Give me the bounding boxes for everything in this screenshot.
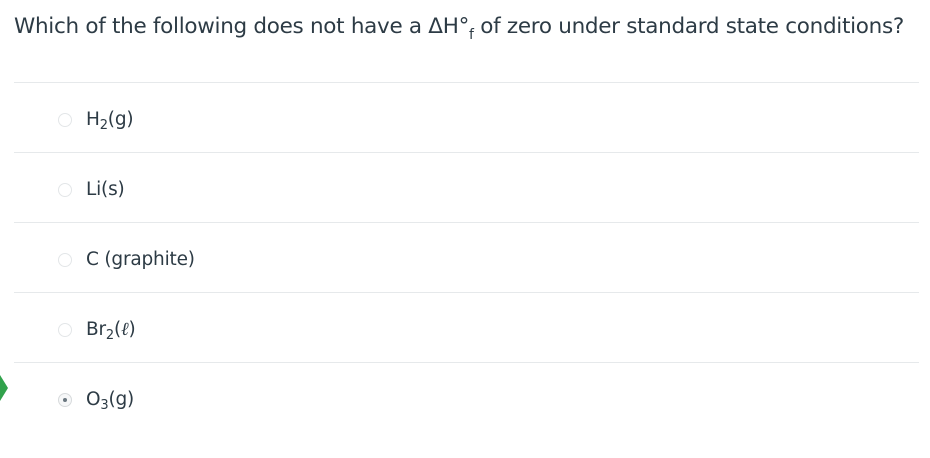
radio-button-icon[interactable] — [58, 253, 72, 267]
answer-label-subscript: 2 — [99, 118, 108, 133]
answer-label: O3(g) — [86, 387, 134, 413]
correct-answer-arrow-icon — [0, 375, 8, 401]
answer-label-paren-open: ( — [113, 319, 122, 340]
radio-button-icon[interactable] — [58, 393, 72, 407]
answer-label-base: Br — [86, 319, 106, 340]
radio-button-icon[interactable] — [58, 113, 72, 127]
question-text: Which of the following does not have a Δ… — [14, 12, 914, 42]
answer-label: Li(s) — [86, 177, 125, 203]
answer-option-h2[interactable]: H2(g) — [14, 83, 919, 153]
answer-label-phase: ℓ — [121, 319, 129, 340]
radio-button-icon[interactable] — [58, 183, 72, 197]
answer-label-base: C (graphite) — [86, 249, 195, 270]
answer-label: H2(g) — [86, 107, 134, 133]
answer-option-br2[interactable]: Br2(ℓ) — [14, 293, 919, 363]
answer-label-base: Li(s) — [86, 179, 125, 200]
answer-option-o3[interactable]: O3(g) — [14, 363, 919, 432]
answer-label-phase: (g) — [107, 109, 134, 130]
answer-label-paren-close: ) — [128, 319, 136, 340]
answer-label-base: O — [86, 389, 101, 410]
question-suffix: of zero under standard state conditions? — [473, 14, 904, 39]
answer-option-li[interactable]: Li(s) — [14, 153, 919, 223]
answer-label-subscript: 2 — [105, 328, 114, 343]
radio-button-icon[interactable] — [58, 323, 72, 337]
answer-list: H2(g) Li(s) C (graphite) Br2(ℓ) O3(g) — [14, 82, 919, 432]
answer-label: C (graphite) — [86, 247, 195, 273]
answer-option-graphite[interactable]: C (graphite) — [14, 223, 919, 293]
answer-label-phase: (g) — [108, 389, 135, 410]
question-prefix: Which of the following does not have a Δ… — [14, 14, 470, 39]
answer-label: Br2(ℓ) — [86, 317, 136, 343]
answer-label-base: H — [86, 109, 100, 130]
